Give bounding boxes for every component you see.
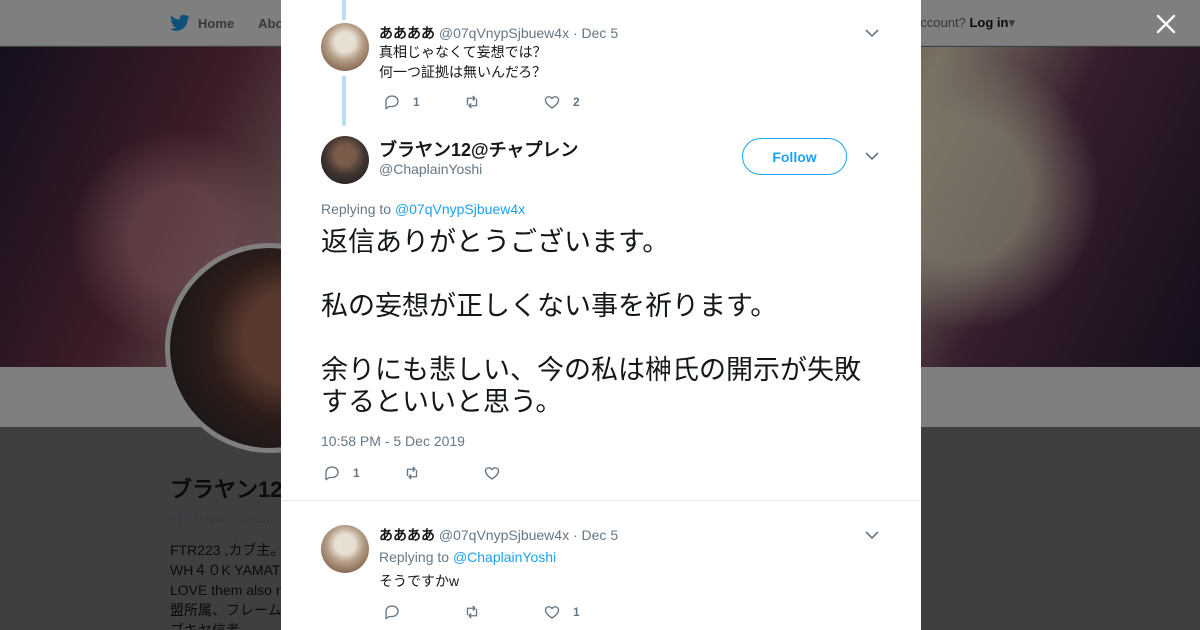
tweet-line: 真相じゃなくて妄想では？ — [379, 44, 547, 60]
tweet-paragraph: 余りにも悲しい、今の私は榊氏の開示が失敗するといいと思う。 — [321, 355, 861, 417]
avatar[interactable] — [321, 525, 369, 573]
like-action[interactable]: 2 — [543, 93, 623, 111]
tweet-text: 返信ありがとうございます。 私の妄想が正しくない事を祈ります。 余りにも悲しい、… — [321, 226, 881, 450]
tweet-timestamp[interactable]: 10:58 PM - 5 Dec 2019 — [321, 433, 465, 449]
chevron-down-icon[interactable] — [865, 28, 879, 38]
replying-to: Replying to @ChaplainYoshi — [379, 549, 557, 565]
tweet-paragraph: 返信ありがとうございます。 — [321, 227, 670, 257]
tweet-header: ああああ @07qVnypSjbuew4x · Dec 5 — [379, 527, 619, 543]
close-icon[interactable] — [1154, 12, 1178, 36]
tweet-text: 真相じゃなくて妄想では？ 何一つ証拠は無いんだろ？ — [379, 42, 547, 82]
retweet-action[interactable] — [463, 603, 543, 621]
author-name[interactable]: ああああ — [379, 527, 435, 543]
replying-to: Replying to @07qVnypSjbuew4x — [321, 201, 526, 217]
reply-action[interactable]: 1 — [383, 93, 463, 111]
author-handle[interactable]: @07qVnypSjbuew4x — [439, 25, 569, 41]
tweet-text: そうですかw — [379, 571, 459, 591]
tweet-line: 何一つ証拠は無いんだろ？ — [379, 64, 547, 80]
tweet-paragraph: 私の妄想が正しくない事を祈ります。 — [321, 291, 778, 321]
like-action[interactable] — [483, 464, 563, 482]
retweet-icon — [406, 466, 418, 480]
tweet-permalink-modal: ああああ @07qVnypSjbuew4x · Dec 5 真相じゃなくて妄想で… — [281, 0, 921, 630]
tweet-line: そうですかw — [379, 573, 460, 589]
tweet-actions: 1 — [323, 464, 563, 482]
author-name[interactable]: ブラヤン12@チャプレン — [379, 136, 578, 162]
reply-icon — [385, 95, 399, 110]
tweet-actions: 1 — [383, 603, 623, 621]
divider — [281, 500, 921, 501]
like-count: 2 — [573, 95, 580, 109]
reply-icon — [385, 605, 399, 620]
avatar[interactable] — [321, 136, 369, 184]
heart-icon — [544, 96, 560, 109]
retweet-icon — [466, 95, 478, 109]
like-count: 1 — [573, 605, 580, 619]
tweet-date[interactable]: Dec 5 — [582, 25, 619, 41]
retweet-action[interactable] — [403, 464, 483, 482]
tweet-header: ああああ @07qVnypSjbuew4x · Dec 5 — [379, 25, 619, 41]
retweet-icon — [466, 605, 478, 619]
reply-tweet[interactable]: ああああ @07qVnypSjbuew4x · Dec 5 真相じゃなくて妄想で… — [321, 23, 881, 123]
author-handle[interactable]: @07qVnypSjbuew4x — [439, 527, 569, 543]
author-name[interactable]: ああああ — [379, 25, 435, 41]
chevron-down-icon[interactable] — [865, 151, 879, 161]
reply-count: 1 — [413, 95, 420, 109]
like-action[interactable]: 1 — [543, 603, 623, 621]
reply-tweet[interactable]: ああああ @07qVnypSjbuew4x · Dec 5 Replying t… — [321, 525, 881, 630]
retweet-action[interactable] — [463, 93, 543, 111]
reply-action[interactable]: 1 — [323, 464, 403, 482]
heart-icon — [484, 467, 500, 480]
chevron-down-icon[interactable] — [865, 530, 879, 540]
reply-icon — [325, 466, 339, 481]
tweet-date[interactable]: Dec 5 — [582, 527, 619, 543]
replying-to-link[interactable]: @07qVnypSjbuew4x — [395, 201, 525, 217]
heart-icon — [544, 606, 560, 619]
replying-to-link[interactable]: @ChaplainYoshi — [453, 549, 556, 565]
reply-count: 1 — [353, 466, 360, 480]
tweet-actions: 1 2 — [383, 93, 623, 111]
author-handle[interactable]: @ChaplainYoshi — [379, 161, 482, 177]
thread-connector-line — [342, 0, 346, 20]
follow-button[interactable]: Follow — [742, 138, 847, 175]
avatar[interactable] — [321, 23, 369, 71]
reply-action[interactable] — [383, 603, 463, 621]
